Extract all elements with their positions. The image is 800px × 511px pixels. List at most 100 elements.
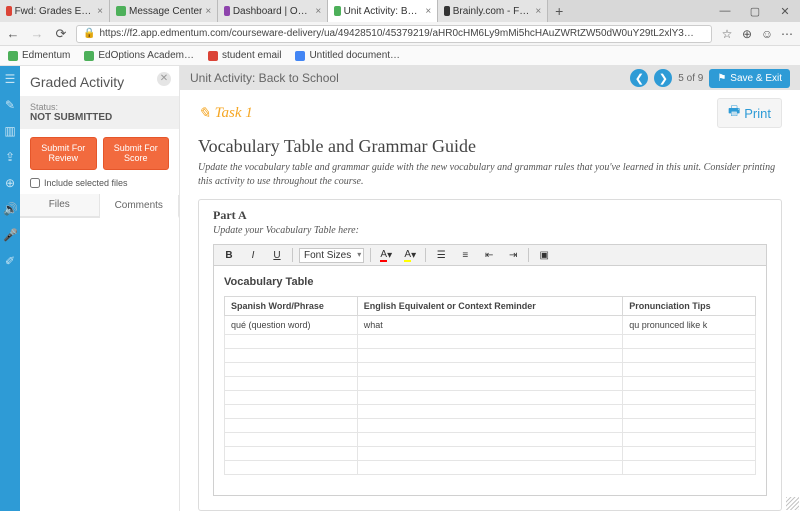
indent-button[interactable]: ⇥	[504, 247, 522, 263]
window-close-icon[interactable]: ✕	[770, 5, 800, 18]
table-cell[interactable]	[225, 335, 358, 349]
close-icon[interactable]: ×	[205, 6, 211, 17]
table-cell[interactable]	[623, 377, 756, 391]
bullet-list-button[interactable]: ☰	[432, 247, 450, 263]
highlight-color-button[interactable]: A ▾	[401, 247, 419, 263]
close-icon[interactable]: ×	[535, 6, 541, 17]
collections-icon[interactable]: ⊕	[738, 27, 756, 41]
mic-icon[interactable]: 🎤	[3, 228, 17, 242]
bookmark-item[interactable]: EdOptions Academ…	[84, 50, 194, 61]
profile-icon[interactable]: ☺	[758, 27, 776, 41]
list-icon[interactable]: ☰	[3, 72, 17, 86]
close-icon[interactable]: ×	[425, 6, 431, 17]
browser-tab-active[interactable]: Unit Activity: Back to School×	[328, 0, 438, 22]
bold-button[interactable]: B	[220, 247, 238, 263]
table-cell[interactable]	[357, 447, 623, 461]
font-size-select[interactable]: Font Sizes	[299, 248, 364, 263]
table-cell[interactable]	[225, 391, 358, 405]
submit-review-button[interactable]: Submit For Review	[30, 137, 97, 170]
table-cell[interactable]	[225, 363, 358, 377]
menu-icon[interactable]: ⋯	[778, 27, 796, 41]
table-cell[interactable]	[225, 377, 358, 391]
table-cell[interactable]	[357, 433, 623, 447]
table-row[interactable]	[225, 405, 756, 419]
table-row[interactable]	[225, 377, 756, 391]
vocab-table[interactable]: Spanish Word/Phrase English Equivalent o…	[224, 296, 756, 475]
note-icon[interactable]: ▥	[3, 124, 17, 138]
table-cell[interactable]	[623, 405, 756, 419]
window-maximize-icon[interactable]: ▢	[740, 5, 770, 18]
table-cell[interactable]	[623, 335, 756, 349]
table-cell[interactable]	[623, 349, 756, 363]
table-cell[interactable]	[357, 405, 623, 419]
table-cell[interactable]	[357, 335, 623, 349]
table-cell[interactable]	[623, 461, 756, 475]
table-cell[interactable]	[225, 447, 358, 461]
back-button[interactable]: ←	[4, 26, 22, 41]
audio-icon[interactable]: 🔊	[3, 202, 17, 216]
resize-handle-icon[interactable]	[786, 497, 799, 510]
url-input[interactable]: 🔒 https://f2.app.edmentum.com/courseware…	[76, 25, 712, 43]
forward-button[interactable]: →	[28, 26, 46, 41]
table-cell[interactable]	[225, 349, 358, 363]
print-button[interactable]: 🖶Print	[717, 98, 782, 128]
prev-page-button[interactable]: ❮	[630, 69, 648, 87]
table-cell[interactable]	[357, 349, 623, 363]
close-icon[interactable]: ×	[315, 6, 321, 17]
submit-score-button[interactable]: Submit For Score	[103, 137, 170, 170]
window-minimize-icon[interactable]: —	[710, 5, 740, 18]
table-cell[interactable]	[225, 405, 358, 419]
table-cell[interactable]	[623, 433, 756, 447]
bookmark-item[interactable]: Untitled document…	[295, 50, 400, 61]
browser-tab[interactable]: Dashboard | OK015 Deer Creek×	[218, 0, 328, 22]
table-cell[interactable]: what	[357, 316, 623, 335]
bookmark-item[interactable]: student email	[208, 50, 281, 61]
table-row[interactable]	[225, 447, 756, 461]
new-tab-button[interactable]: +	[548, 3, 570, 19]
browser-tab[interactable]: Brainly.com - For students. By st×	[438, 0, 548, 22]
number-list-button[interactable]: ≡	[456, 247, 474, 263]
bookmark-item[interactable]: Edmentum	[8, 50, 70, 61]
image-button[interactable]: ▣	[535, 247, 553, 263]
underline-button[interactable]: U	[268, 247, 286, 263]
favorites-icon[interactable]: ☆	[718, 27, 736, 41]
table-cell[interactable]	[225, 433, 358, 447]
refresh-button[interactable]: ⟳	[52, 26, 70, 42]
table-row[interactable]	[225, 433, 756, 447]
table-cell[interactable]	[623, 419, 756, 433]
table-cell[interactable]: qué (question word)	[225, 316, 358, 335]
table-row[interactable]	[225, 363, 756, 377]
tab-comments[interactable]: Comments	[100, 195, 180, 218]
table-cell[interactable]	[623, 391, 756, 405]
table-cell[interactable]	[357, 363, 623, 377]
table-cell[interactable]: qu pronunced like k	[623, 316, 756, 335]
table-cell[interactable]	[225, 419, 358, 433]
next-page-button[interactable]: ❯	[654, 69, 672, 87]
font-color-button[interactable]: A ▾	[377, 247, 395, 263]
highlight-icon[interactable]: ✐	[3, 254, 17, 268]
editor-area[interactable]: Vocabulary Table Spanish Word/Phrase Eng…	[213, 266, 767, 496]
table-row[interactable]	[225, 461, 756, 475]
table-row[interactable]	[225, 335, 756, 349]
table-cell[interactable]	[623, 447, 756, 461]
table-row[interactable]	[225, 349, 756, 363]
browser-tab[interactable]: Fwd: Grades Email Template - 2×	[0, 0, 110, 22]
outdent-button[interactable]: ⇤	[480, 247, 498, 263]
table-cell[interactable]	[357, 419, 623, 433]
table-cell[interactable]	[623, 363, 756, 377]
table-cell[interactable]	[225, 461, 358, 475]
table-cell[interactable]	[357, 461, 623, 475]
browser-tab[interactable]: Message Center×	[110, 0, 218, 22]
sidebar-close-icon[interactable]: ✕	[157, 72, 171, 86]
table-cell[interactable]	[357, 391, 623, 405]
tab-files[interactable]: Files	[20, 194, 100, 217]
table-row[interactable]	[225, 391, 756, 405]
table-cell[interactable]	[357, 377, 623, 391]
italic-button[interactable]: I	[244, 247, 262, 263]
globe-icon[interactable]: ⊕	[3, 176, 17, 190]
include-files-checkbox[interactable]	[30, 178, 40, 188]
save-exit-button[interactable]: ⚑Save & Exit	[709, 69, 790, 88]
close-icon[interactable]: ×	[97, 6, 103, 17]
table-row[interactable]	[225, 419, 756, 433]
edit-icon[interactable]: ✎	[3, 98, 17, 112]
